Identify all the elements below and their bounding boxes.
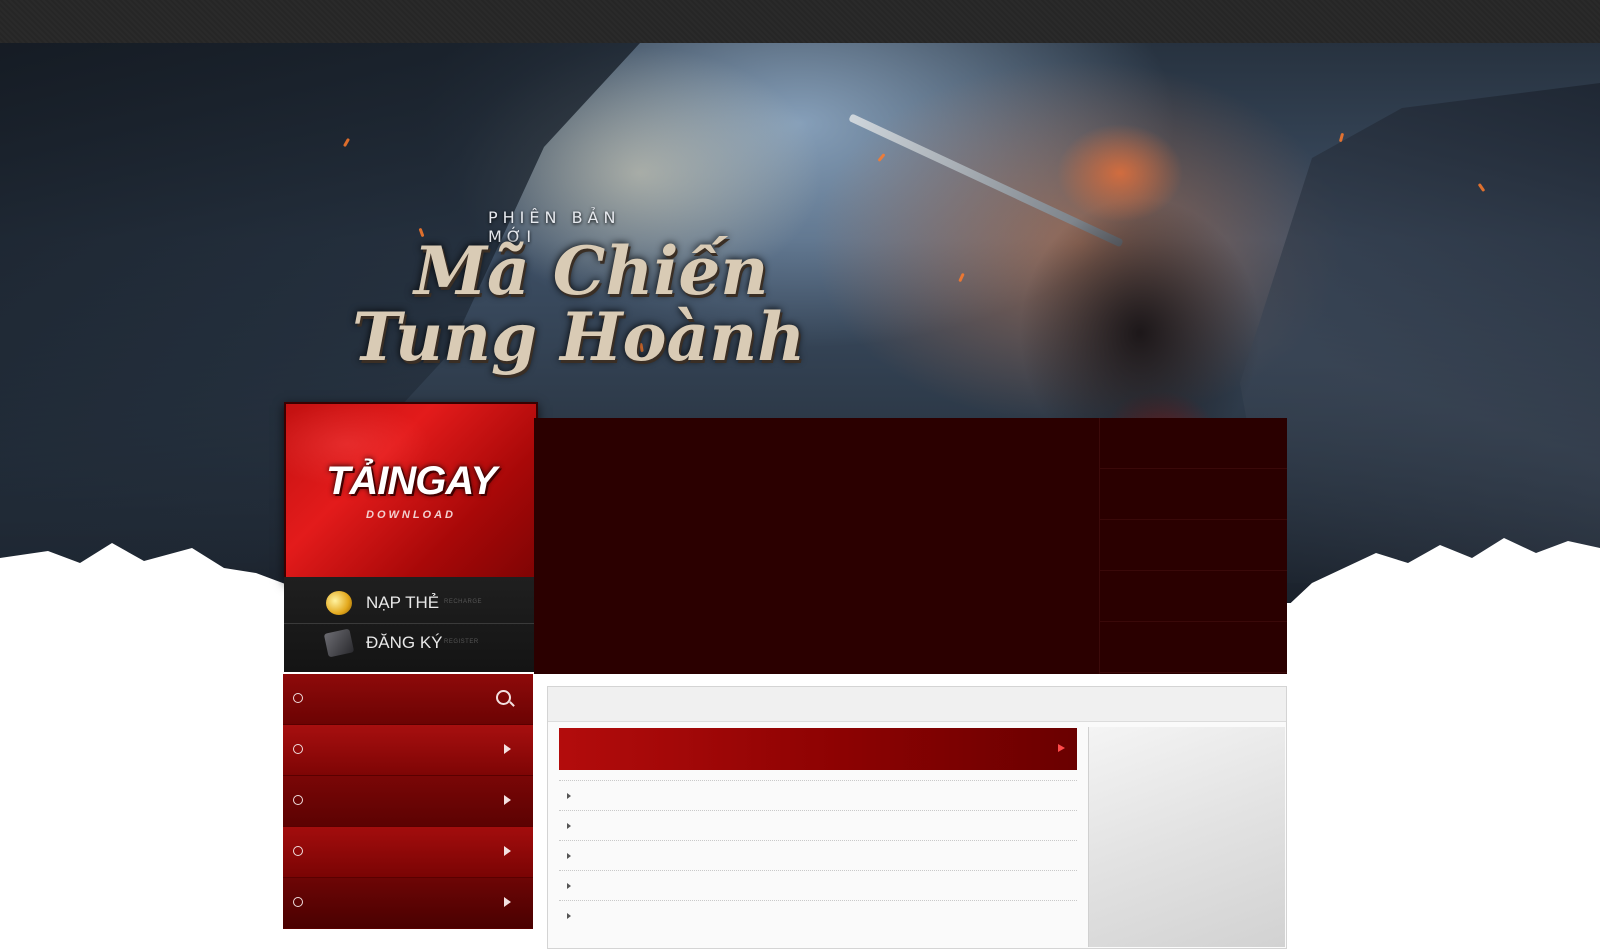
menu-item[interactable]: [283, 776, 533, 827]
bullet-arrow-icon: [567, 883, 571, 889]
bullet-arrow-icon: [567, 793, 571, 799]
download-main-label: TẢINGAY: [325, 459, 497, 503]
play-arrow-icon: [504, 795, 511, 805]
circle-bullet-icon: [293, 744, 303, 754]
game-logo-title: Mã Chiến Tung Hoành: [352, 238, 812, 370]
news-tabs-header: [548, 687, 1286, 722]
gold-coins-icon: [326, 591, 352, 615]
quick-links: NẠP THẺ RECHARGE ĐĂNG KÝ REGISTER: [284, 577, 534, 672]
news-list: [559, 780, 1077, 930]
recharge-label: NẠP THẺ: [366, 593, 440, 612]
play-arrow-icon: [504, 897, 511, 907]
circle-bullet-icon: [293, 795, 303, 805]
news-list-item[interactable]: [559, 840, 1077, 870]
news-list-item[interactable]: [559, 780, 1077, 810]
book-icon: [323, 628, 355, 658]
game-title-line1: Mã Chiến: [414, 232, 769, 310]
ember-particle: [958, 272, 965, 283]
circle-bullet-icon: [293, 897, 303, 907]
recharge-small-label: RECHARGE: [444, 599, 483, 605]
bullet-arrow-icon: [567, 853, 571, 859]
circle-bullet-icon: [293, 846, 303, 856]
ember-particle: [877, 153, 886, 162]
slider-tab[interactable]: [1100, 520, 1287, 571]
download-sub-label: DOWNLOAD: [366, 509, 456, 521]
bullet-arrow-icon: [567, 913, 571, 919]
search-icon[interactable]: [496, 690, 511, 705]
menu-item[interactable]: [283, 827, 533, 878]
news-list-item[interactable]: [559, 810, 1077, 840]
slider-tab[interactable]: [1100, 571, 1287, 622]
download-button[interactable]: TẢINGAY DOWNLOAD: [284, 402, 538, 581]
circle-bullet-icon: [293, 693, 303, 703]
news-list-item[interactable]: [559, 900, 1077, 930]
register-link[interactable]: ĐĂNG KÝ REGISTER: [284, 623, 534, 663]
register-small-label: REGISTER: [444, 639, 479, 645]
news-list-item[interactable]: [559, 870, 1077, 900]
left-menu: [283, 674, 533, 947]
banner-slider[interactable]: [534, 418, 1099, 674]
top-bar: [0, 0, 1600, 44]
menu-item[interactable]: [283, 878, 533, 929]
slider-tab[interactable]: [1100, 622, 1287, 673]
news-panel: [547, 686, 1287, 949]
play-arrow-icon: [1058, 744, 1065, 752]
featured-news-bar[interactable]: [559, 728, 1077, 770]
news-side-image: [1088, 727, 1285, 947]
play-arrow-icon: [504, 846, 511, 856]
bullet-arrow-icon: [567, 823, 571, 829]
menu-item[interactable]: [283, 725, 533, 776]
menu-item-search[interactable]: [283, 674, 533, 725]
recharge-link[interactable]: NẠP THẺ RECHARGE: [284, 583, 534, 624]
slider-tab[interactable]: [1100, 418, 1287, 469]
slider-tab[interactable]: [1100, 469, 1287, 520]
game-title-line2: Tung Hoành: [352, 298, 806, 376]
play-arrow-icon: [504, 744, 511, 754]
slider-tabs: [1099, 418, 1287, 674]
register-label: ĐĂNG KÝ: [366, 633, 443, 652]
